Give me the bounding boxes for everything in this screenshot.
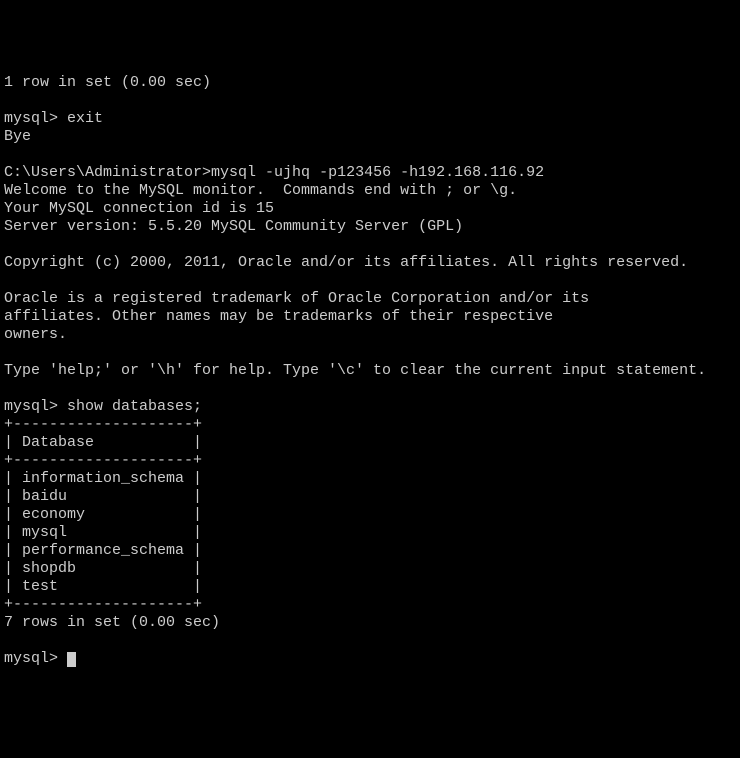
command-text: exit (67, 110, 103, 127)
table-border: +--------------------+ (4, 416, 736, 434)
output-line (4, 272, 736, 290)
output-line: Server version: 5.5.20 MySQL Community S… (4, 218, 736, 236)
output-line (4, 146, 736, 164)
output-line: Bye (4, 128, 736, 146)
table-row: | economy | (4, 506, 736, 524)
result-summary: 7 rows in set (0.00 sec) (4, 614, 736, 632)
output-line (4, 380, 736, 398)
output-line: Welcome to the MySQL monitor. Commands e… (4, 182, 736, 200)
output-line: Type 'help;' or '\h' for help. Type '\c'… (4, 362, 736, 380)
output-line (4, 632, 736, 650)
table-header: | Database | (4, 434, 736, 452)
shell-prompt: C:\Users\Administrator> (4, 164, 211, 181)
table-row: | test | (4, 578, 736, 596)
output-line (4, 92, 736, 110)
output-line: Oracle is a registered trademark of Orac… (4, 290, 736, 308)
output-line: affiliates. Other names may be trademark… (4, 308, 736, 326)
mysql-prompt: mysql> (4, 398, 67, 415)
output-line: 1 row in set (0.00 sec) (4, 74, 736, 92)
terminal-output[interactable]: 1 row in set (0.00 sec) mysql> exitBye C:\… (4, 74, 736, 668)
table-row: | mysql | (4, 524, 736, 542)
table-row: | shopdb | (4, 560, 736, 578)
command-text: show databases; (67, 398, 202, 415)
output-line: mysql> exit (4, 110, 736, 128)
current-prompt-line[interactable]: mysql> (4, 650, 736, 668)
output-line: Your MySQL connection id is 15 (4, 200, 736, 218)
table-row: | baidu | (4, 488, 736, 506)
table-border: +--------------------+ (4, 452, 736, 470)
output-line: mysql> show databases; (4, 398, 736, 416)
output-line: owners. (4, 326, 736, 344)
output-line (4, 344, 736, 362)
table-row: | information_schema | (4, 470, 736, 488)
mysql-prompt: mysql> (4, 110, 67, 127)
table-row: | performance_schema | (4, 542, 736, 560)
mysql-prompt: mysql> (4, 650, 67, 667)
command-text: mysql -ujhq -p123456 -h192.168.116.92 (211, 164, 544, 181)
output-line: Copyright (c) 2000, 2011, Oracle and/or … (4, 254, 736, 272)
output-line (4, 236, 736, 254)
cursor-icon (67, 652, 76, 667)
output-line: C:\Users\Administrator>mysql -ujhq -p123… (4, 164, 736, 182)
table-border: +--------------------+ (4, 596, 736, 614)
